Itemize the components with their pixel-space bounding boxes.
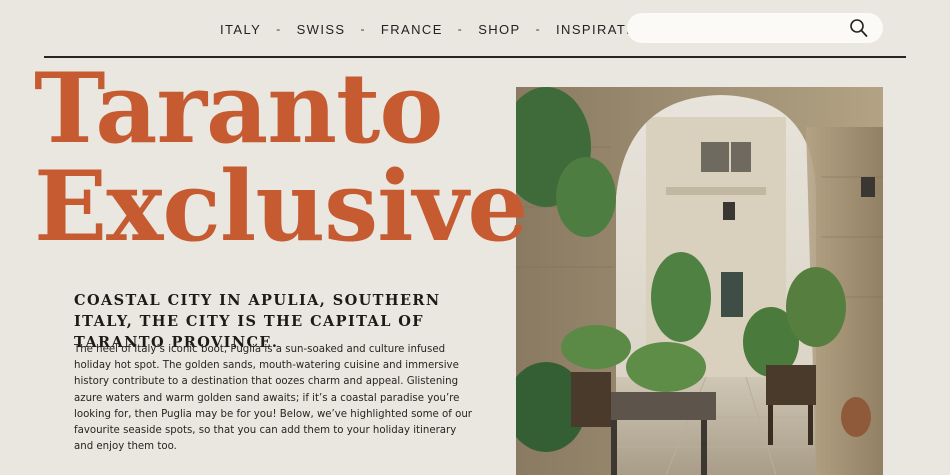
search-bar bbox=[627, 13, 883, 43]
search-input[interactable] bbox=[641, 19, 855, 37]
main-nav: ITALY - SWISS - FRANCE - SHOP - INSPIRAT… bbox=[205, 18, 669, 40]
hero-title: Taranto Exclusive bbox=[34, 60, 528, 256]
hero-body-text: The heel of Italy’s iconic boot, Puglia … bbox=[74, 344, 472, 453]
nav-item-italy[interactable]: ITALY bbox=[205, 22, 276, 37]
hero-photo-courtyard bbox=[516, 87, 883, 475]
hero-title-line-2: Exclusive bbox=[34, 150, 528, 263]
hero-title-line-1: Taranto bbox=[34, 52, 443, 165]
nav-item-shop[interactable]: SHOP bbox=[463, 22, 535, 37]
nav-item-swiss[interactable]: SWISS bbox=[282, 22, 361, 37]
search-icon[interactable] bbox=[849, 18, 869, 38]
nav-item-france[interactable]: FRANCE bbox=[366, 22, 458, 37]
